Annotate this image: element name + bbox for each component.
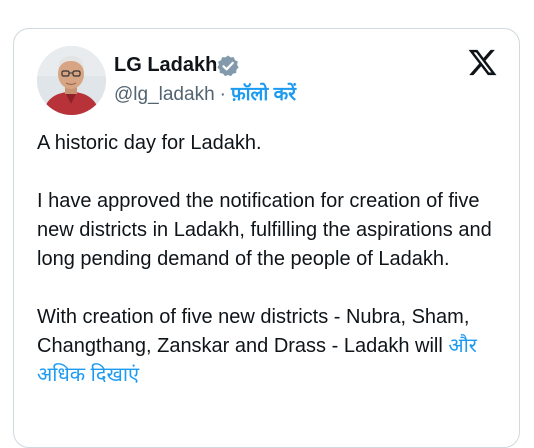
x-logo-icon[interactable] bbox=[467, 47, 498, 78]
tweet-paragraph-3: With creation of five new districts - Nu… bbox=[37, 303, 507, 390]
tweet-paragraph-3-text: With creation of five new districts - Nu… bbox=[37, 306, 470, 357]
avatar[interactable] bbox=[37, 46, 106, 115]
tweet-paragraph-2: I have approved the notification for cre… bbox=[37, 190, 492, 270]
follow-button[interactable]: फ़ॉलो करें bbox=[231, 84, 296, 105]
handle-row: @lg_ladakh · फ़ॉलो करें bbox=[114, 83, 296, 107]
avatar-image bbox=[37, 46, 106, 115]
display-name[interactable]: LG Ladakh bbox=[114, 53, 217, 77]
user-handle[interactable]: @lg_ladakh bbox=[114, 84, 215, 105]
tweet-text: A historic day for Ladakh. I have approv… bbox=[37, 129, 507, 390]
tweet-card[interactable]: LG Ladakh @lg_ladakh · फ़ॉलो करें A histor… bbox=[13, 28, 520, 448]
tweet-paragraph-1: A historic day for Ladakh. bbox=[37, 132, 262, 154]
separator-dot: · bbox=[219, 84, 226, 105]
verified-badge-icon bbox=[216, 54, 240, 78]
